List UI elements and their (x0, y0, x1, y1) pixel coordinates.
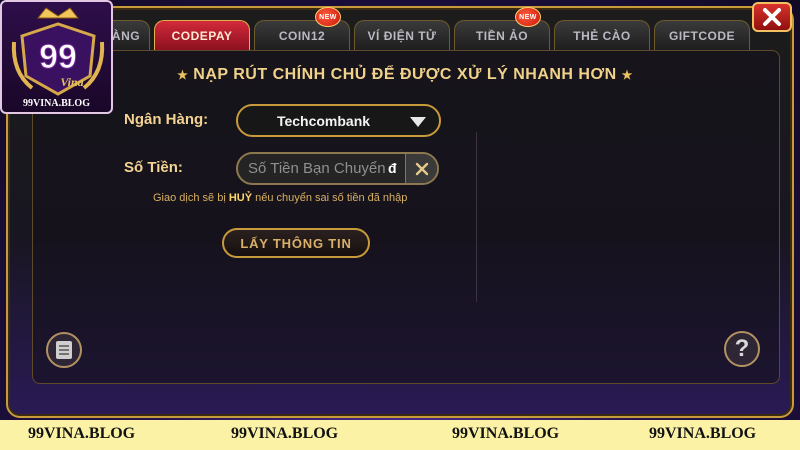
tab-label: VÍ ĐIỆN TỬ (367, 28, 437, 43)
watermark-text: 99VINA.BLOG (452, 425, 560, 442)
currency-symbol: đ (388, 160, 397, 176)
tab-e-wallet[interactable]: VÍ ĐIỆN TỬ (354, 20, 450, 50)
hint-text: nếu chuyển sai số tiền đã nhập (252, 192, 408, 204)
hint-emphasis: HUỶ (228, 192, 253, 204)
history-button[interactable] (46, 332, 82, 368)
hint-text: Giao dịch sẽ bị (153, 192, 229, 204)
notice-banner: ★ NẠP RÚT CHÍNH CHỦ ĐỂ ĐƯỢC XỬ LÝ NHANH … (160, 66, 650, 84)
notice-text: NẠP RÚT CHÍNH CHỦ ĐỂ ĐƯỢC XỬ LÝ NHANH HƠ… (193, 66, 617, 83)
close-button[interactable] (752, 2, 792, 32)
amount-field: đ (236, 152, 439, 185)
watermark-text: 99VINA.BLOG (231, 425, 339, 442)
tab-coin12[interactable]: COIN12 NEW (254, 7, 350, 50)
star-icon: ★ (177, 68, 189, 82)
clear-icon (415, 162, 428, 175)
watermark-strip: 99VINA.BLOG 99VINA.BLOG 99VINA.BLOG 99VI… (0, 420, 800, 450)
document-list-icon (56, 341, 72, 359)
logo-caption: 99VINA.BLOG (23, 98, 90, 109)
bank-selected-value: Techcombank (276, 112, 371, 129)
tab-scratch-card[interactable]: THẺ CÀO (554, 20, 650, 50)
close-icon (763, 8, 781, 26)
new-badge: NEW (515, 7, 541, 27)
tab-label: CODEPAY (171, 28, 233, 43)
watermark-text: 99VINA.BLOG (28, 425, 136, 442)
question-mark-icon: ? (734, 335, 750, 362)
bank-label: Ngân Hàng: (124, 111, 209, 128)
star-icon: ★ (621, 68, 633, 82)
content-panel (32, 50, 780, 384)
logo-script: Vina (60, 75, 83, 89)
tab-label: TIỀN ẢO (475, 28, 529, 43)
cancel-warning: Giao dịch sẽ bị HUỶ nếu chuyển sai số ti… (153, 192, 407, 204)
clear-amount-button[interactable] (405, 154, 437, 183)
bank-select[interactable]: Techcombank (236, 104, 441, 137)
tab-codepay[interactable]: CODEPAY (154, 20, 250, 50)
help-button[interactable]: ? (724, 331, 760, 367)
watermark-text: 99VINA.BLOG (649, 425, 757, 442)
tab-label: ÀNG (111, 28, 141, 43)
logo-number: 99 (39, 38, 77, 76)
dropdown-caret-icon (410, 117, 426, 127)
game-screen: ÀNG CODEPAY COIN12 NEW VÍ ĐIỆN TỬ TIỀN Ả… (0, 0, 800, 450)
tab-label: THẺ CÀO (573, 28, 631, 43)
amount-label: Số Tiền: (124, 159, 183, 176)
crown-shield-icon: 99 Vina (11, 7, 105, 96)
get-info-button[interactable]: LẤY THÔNG TIN (222, 228, 370, 258)
tab-giftcode[interactable]: GIFTCODE (654, 20, 750, 50)
panel-divider (476, 132, 477, 302)
tab-bar: ÀNG CODEPAY COIN12 NEW VÍ ĐIỆN TỬ TIỀN Ả… (102, 7, 750, 50)
new-badge: NEW (315, 7, 341, 27)
amount-input[interactable] (238, 154, 406, 183)
tab-crypto[interactable]: TIỀN ẢO NEW (454, 7, 550, 50)
tab-label: COIN12 (278, 28, 326, 43)
brand-logo: 99 Vina 99VINA.BLOG (0, 0, 113, 114)
tab-label: GIFTCODE (669, 28, 735, 43)
